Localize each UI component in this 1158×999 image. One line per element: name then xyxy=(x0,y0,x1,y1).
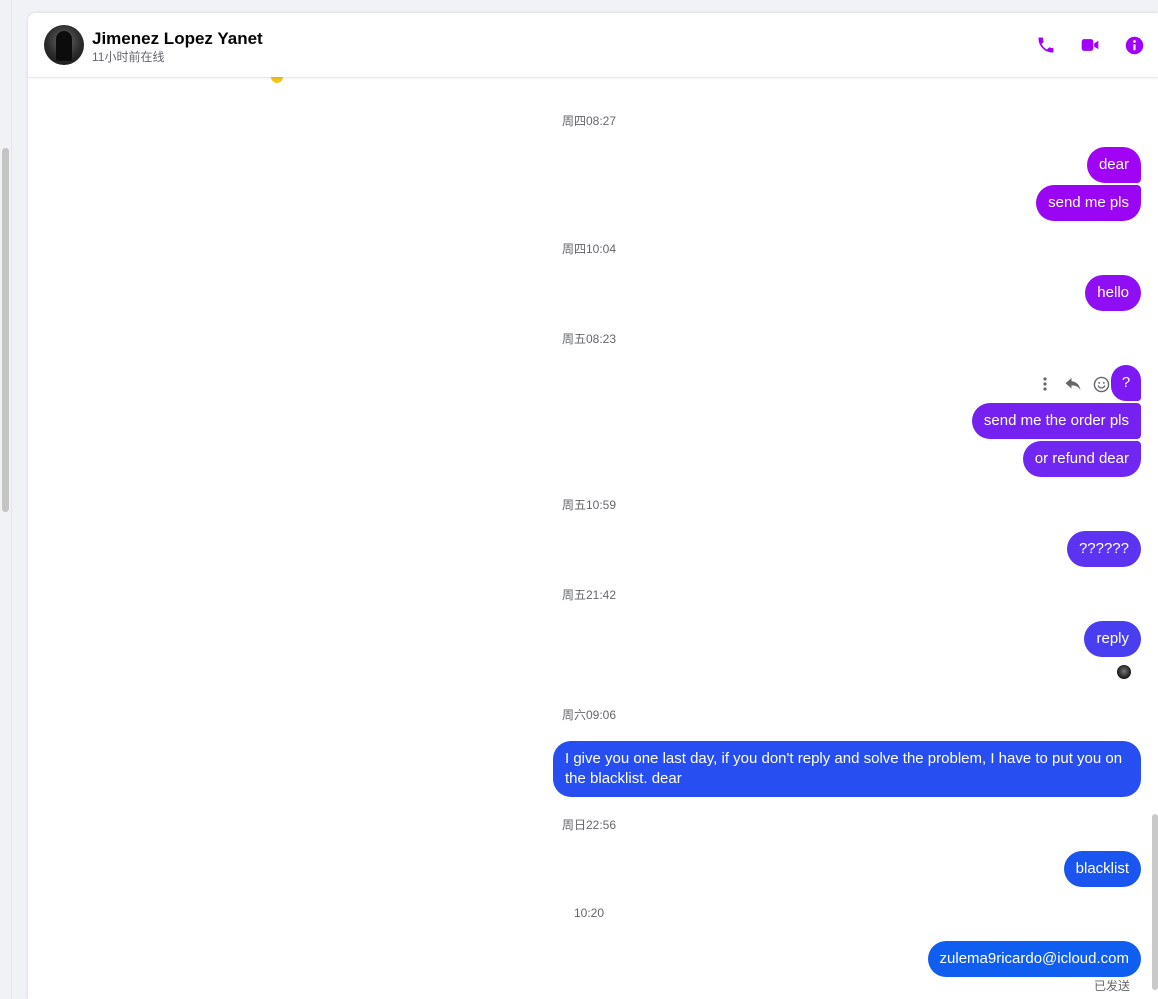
left-scrollbar-track xyxy=(0,0,12,999)
emoji-icon xyxy=(1093,376,1109,392)
timestamp: 10:20 xyxy=(573,906,605,920)
video-call-button[interactable] xyxy=(1078,33,1102,57)
voice-call-button[interactable] xyxy=(1034,33,1058,57)
timestamp: 周四08:27 xyxy=(561,114,617,128)
contact-name[interactable]: Jimenez Lopez Yanet xyxy=(92,29,263,49)
message-actions xyxy=(1036,373,1110,395)
message-bubble[interactable]: send me pls xyxy=(1036,185,1141,221)
message-bubble[interactable]: ? xyxy=(1111,365,1141,401)
message-bubble[interactable]: dear xyxy=(1086,147,1141,183)
more-options-button[interactable] xyxy=(1036,375,1054,393)
message-thread: 周四08:27 dear send me pls 周四10:04 hello 周… xyxy=(28,73,1158,999)
timestamp: 周五08:23 xyxy=(561,332,617,346)
more-icon xyxy=(1043,377,1047,391)
message-bubble[interactable]: blacklist xyxy=(1063,851,1141,887)
contact-status: 11小时前在线 xyxy=(92,50,165,64)
video-icon xyxy=(1081,39,1099,51)
chat-panel: Jimenez Lopez Yanet 11小时前在线 周四08:27 dear… xyxy=(28,13,1158,999)
reply-icon xyxy=(1065,378,1081,390)
reply-button[interactable] xyxy=(1064,375,1082,393)
message-bubble[interactable]: send me the order pls xyxy=(971,403,1141,439)
timestamp: 周五21:42 xyxy=(561,588,617,602)
left-scrollbar-thumb[interactable] xyxy=(2,148,9,512)
message-bubble[interactable]: hello xyxy=(1085,275,1141,311)
message-bubble[interactable]: reply xyxy=(1084,621,1141,657)
sent-status: 已发送 xyxy=(1094,979,1131,993)
read-receipt-avatar xyxy=(1117,665,1131,679)
phone-icon xyxy=(1038,37,1054,53)
react-button[interactable] xyxy=(1092,375,1110,393)
message-bubble[interactable]: or refund dear xyxy=(1022,441,1141,477)
message-bubble[interactable]: ?????? xyxy=(1066,531,1141,567)
timestamp: 周四10:04 xyxy=(561,242,617,256)
message-bubble[interactable]: zulema9ricardo@icloud.com xyxy=(927,941,1141,977)
chat-header: Jimenez Lopez Yanet 11小时前在线 xyxy=(28,13,1158,77)
info-icon xyxy=(1125,36,1143,54)
timestamp: 周六09:06 xyxy=(561,708,617,722)
timestamp: 周日22:56 xyxy=(561,818,617,832)
contact-avatar[interactable] xyxy=(44,25,84,65)
conversation-info-button[interactable] xyxy=(1122,33,1146,57)
timestamp: 周五10:59 xyxy=(561,498,617,512)
message-bubble[interactable]: I give you one last day, if you don't re… xyxy=(553,741,1141,797)
right-scrollbar-thumb[interactable] xyxy=(1152,814,1158,990)
